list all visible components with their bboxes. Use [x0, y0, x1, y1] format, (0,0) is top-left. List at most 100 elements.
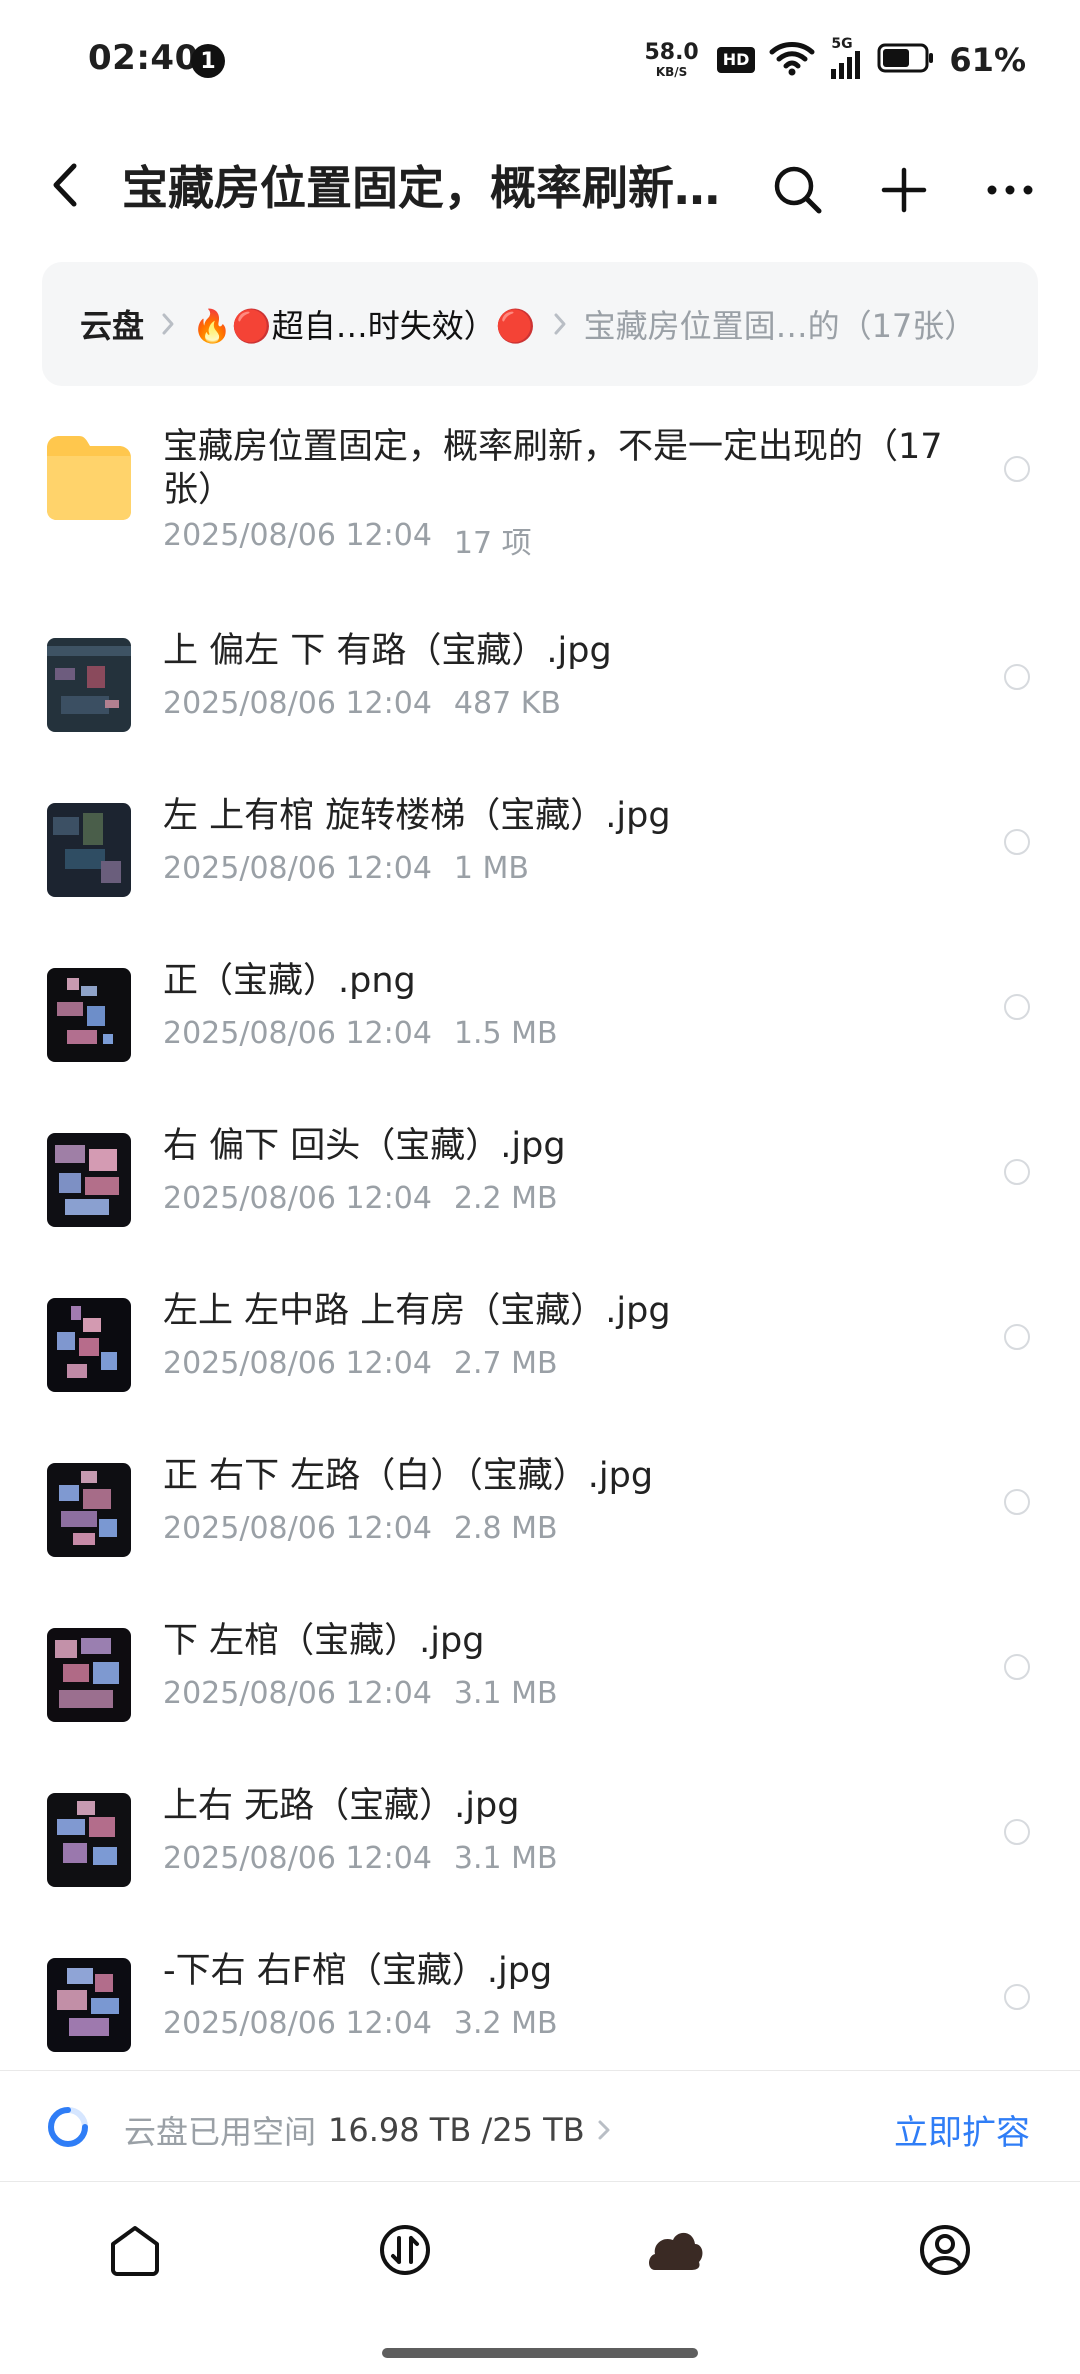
home-icon: [107, 2222, 163, 2282]
image-thumbnail: [47, 968, 131, 1062]
battery-percent: 61%: [949, 41, 1026, 79]
more-button[interactable]: [978, 160, 1042, 224]
header: 宝藏房位置固定，概率刷新…: [0, 140, 1080, 236]
folder-icon: [47, 432, 131, 520]
tab-transfer[interactable]: [375, 2222, 435, 2282]
transfer-icon: [377, 2222, 433, 2282]
file-date: 2025/08/06 12:04: [163, 686, 432, 721]
expand-storage-button[interactable]: 立即扩容: [894, 2105, 1030, 2154]
file-meta: 2025/08/06 12:04 1.5 MB: [163, 1016, 558, 1051]
image-thumbnail: [47, 1628, 131, 1722]
file-info: 17 项: [453, 526, 532, 561]
list-item[interactable]: 上 偏左 下 有路（宝藏）.jpg 2025/08/06 12:04 487 K…: [0, 598, 1080, 763]
home-indicator[interactable]: [382, 2348, 698, 2358]
hd-badge: HD: [716, 47, 756, 73]
file-date: 2025/08/06 12:04: [163, 1676, 432, 1711]
file-name: 左上 左中路 上有房（宝藏）.jpg: [163, 1291, 671, 1331]
select-checkbox[interactable]: [1004, 456, 1030, 482]
select-checkbox[interactable]: [1004, 1324, 1030, 1350]
file-info: 2.7 MB: [453, 1346, 558, 1381]
file-name: -下右 右F棺（宝藏）.jpg: [163, 1951, 553, 1991]
select-checkbox[interactable]: [1004, 1984, 1030, 2010]
file-info: 2.8 MB: [453, 1511, 558, 1546]
file-meta: 2025/08/06 12:04 3.1 MB: [163, 1676, 558, 1711]
file-date: 2025/08/06 12:04: [163, 518, 432, 553]
add-button[interactable]: [872, 160, 936, 224]
file-meta: 2025/08/06 12:04 17 项: [163, 518, 532, 562]
file-info: 2.2 MB: [453, 1181, 558, 1216]
storage-value: 16.98 TB /25 TB: [328, 2111, 585, 2149]
file-info: 1 MB: [453, 851, 529, 886]
list-item[interactable]: 宝藏房位置固定，概率刷新，不是一定出现的（17张） 2025/08/06 12:…: [0, 408, 1080, 598]
file-list: 宝藏房位置固定，概率刷新，不是一定出现的（17张） 2025/08/06 12:…: [0, 408, 1080, 2083]
chevron-right-icon: [552, 311, 568, 337]
file-name: 上右 无路（宝藏）.jpg: [163, 1786, 520, 1826]
back-button[interactable]: [38, 160, 92, 214]
file-name: 正 右下 左路（白）（宝藏）.jpg: [163, 1456, 654, 1496]
breadcrumb-current: 宝藏房位置固…的（17张）: [583, 307, 977, 345]
select-checkbox[interactable]: [1004, 1159, 1030, 1185]
image-thumbnail: [47, 638, 131, 732]
page-title: 宝藏房位置固定，概率刷新…: [122, 161, 720, 215]
signal-bars-icon: [829, 51, 863, 83]
file-date: 2025/08/06 12:04: [163, 1841, 432, 1876]
storage-bar[interactable]: 云盘已用空间 16.98 TB /25 TB 立即扩容: [0, 2070, 1080, 2182]
notification-badge: 1: [191, 44, 225, 78]
file-name: 右 偏下 回头（宝藏）.jpg: [163, 1126, 566, 1166]
storage-usage: 云盘已用空间 16.98 TB /25 TB: [124, 2107, 611, 2153]
image-thumbnail: [47, 1298, 131, 1392]
file-meta: 2025/08/06 12:04 487 KB: [163, 686, 561, 721]
file-info: 3.1 MB: [453, 1676, 558, 1711]
cellular-signal: 5G: [829, 37, 863, 83]
cellular-label: 5G: [831, 36, 853, 52]
tab-cloud[interactable]: [645, 2222, 705, 2282]
file-date: 2025/08/06 12:04: [163, 2006, 432, 2041]
list-item[interactable]: 右 偏下 回头（宝藏）.jpg 2025/08/06 12:04 2.2 MB: [0, 1093, 1080, 1258]
file-info: 3.1 MB: [453, 1841, 558, 1876]
status-right: 58.0 KB/S HD 5G 61%: [644, 34, 1026, 86]
wifi-icon: [769, 40, 815, 80]
select-checkbox[interactable]: [1004, 664, 1030, 690]
file-name: 宝藏房位置固定，概率刷新，不是一定出现的（17张）: [163, 427, 943, 510]
status-time: 02:40: [88, 38, 199, 78]
file-name: 下 左棺（宝藏）.jpg: [163, 1621, 485, 1661]
search-button[interactable]: [766, 160, 830, 224]
select-checkbox[interactable]: [1004, 1489, 1030, 1515]
list-item[interactable]: 下 左棺（宝藏）.jpg 2025/08/06 12:04 3.1 MB: [0, 1588, 1080, 1753]
list-item[interactable]: 左 上有棺 旋转楼梯（宝藏）.jpg 2025/08/06 12:04 1 MB: [0, 763, 1080, 928]
file-date: 2025/08/06 12:04: [163, 1016, 432, 1051]
list-item[interactable]: 上右 无路（宝藏）.jpg 2025/08/06 12:04 3.1 MB: [0, 1753, 1080, 1918]
file-info: 487 KB: [453, 686, 561, 721]
file-name: 正（宝藏）.png: [163, 961, 416, 1001]
list-item[interactable]: 正 右下 左路（白）（宝藏）.jpg 2025/08/06 12:04 2.8 …: [0, 1423, 1080, 1588]
tab-profile[interactable]: [915, 2222, 975, 2282]
breadcrumb-root[interactable]: 云盘: [80, 301, 144, 347]
select-checkbox[interactable]: [1004, 994, 1030, 1020]
battery-icon: [877, 42, 935, 78]
back-chevron-icon: [50, 162, 80, 212]
select-checkbox[interactable]: [1004, 1654, 1030, 1680]
file-meta: 2025/08/06 12:04 2.2 MB: [163, 1181, 558, 1216]
select-checkbox[interactable]: [1004, 829, 1030, 855]
select-checkbox[interactable]: [1004, 1819, 1030, 1845]
file-info: 1.5 MB: [453, 1016, 558, 1051]
file-meta: 2025/08/06 12:04 3.1 MB: [163, 1841, 558, 1876]
search-icon: [772, 164, 824, 220]
status-bar: 02:40 1 58.0 KB/S HD 5G 61%: [0, 0, 1080, 120]
chevron-right-icon: [160, 311, 176, 337]
image-thumbnail: [47, 1133, 131, 1227]
file-date: 2025/08/06 12:04: [163, 1511, 432, 1546]
list-item[interactable]: -下右 右F棺（宝藏）.jpg 2025/08/06 12:04 3.2 MB: [0, 1918, 1080, 2083]
file-info: 3.2 MB: [453, 2006, 558, 2041]
network-speed-value: 58.0: [644, 40, 699, 65]
image-thumbnail: [47, 803, 131, 897]
cloud-icon: [645, 2222, 705, 2282]
tab-home[interactable]: [105, 2222, 165, 2282]
list-item[interactable]: 正（宝藏）.png 2025/08/06 12:04 1.5 MB: [0, 928, 1080, 1093]
list-item[interactable]: 左上 左中路 上有房（宝藏）.jpg 2025/08/06 12:04 2.7 …: [0, 1258, 1080, 1423]
profile-icon: [917, 2222, 973, 2282]
breadcrumb-parent[interactable]: 🔥🔴超自…时失效）🔴: [192, 301, 536, 347]
network-speed-unit: KB/S: [655, 65, 688, 79]
image-thumbnail: [47, 1793, 131, 1887]
storage-label: 云盘已用空间: [124, 2113, 317, 2151]
